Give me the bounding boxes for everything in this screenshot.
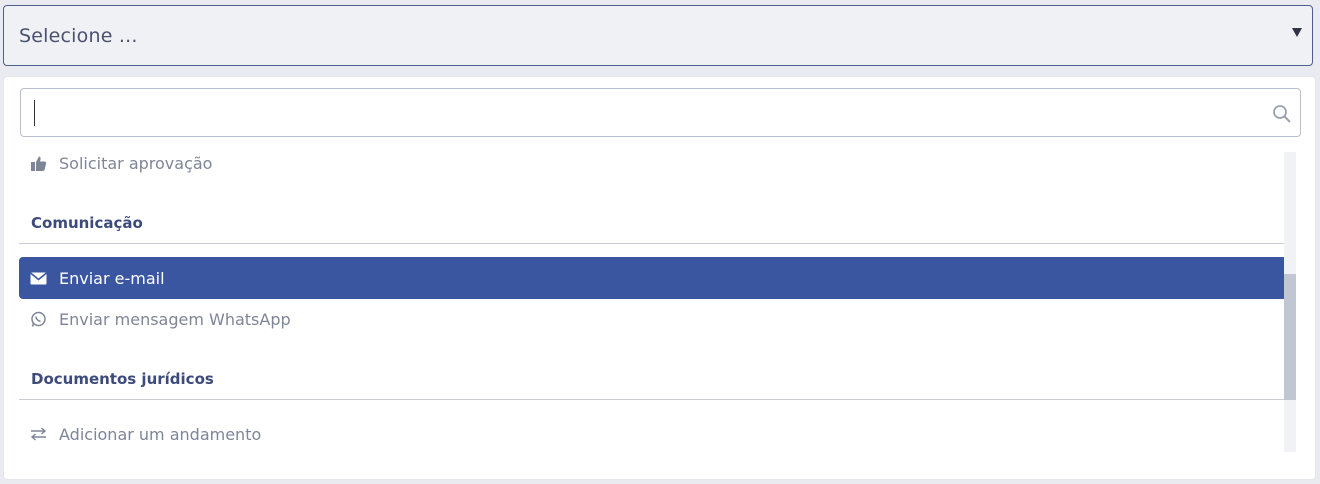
group-header-documentos-juridicos: Documentos jurídicos — [19, 358, 1287, 400]
options-list: Solicitar aprovação Comunicação Enviar e… — [19, 150, 1287, 450]
thumbs-up-icon — [30, 155, 47, 172]
text-cursor — [34, 100, 35, 126]
search-input[interactable] — [31, 96, 1261, 129]
option-enviar-whatsapp[interactable]: Enviar mensagem WhatsApp — [19, 298, 1287, 340]
whatsapp-icon — [30, 311, 47, 328]
select-placeholder: Selecione ... — [19, 25, 138, 47]
exchange-arrows-icon — [30, 426, 47, 443]
option-enviar-email[interactable]: Enviar e-mail — [19, 257, 1287, 299]
group-header-comunicacao: Comunicação — [19, 202, 1287, 244]
caret-down-icon[interactable] — [1292, 28, 1302, 37]
group-label: Comunicação — [31, 213, 143, 232]
option-label: Enviar mensagem WhatsApp — [59, 309, 291, 329]
scrollbar-thumb[interactable] — [1284, 274, 1296, 400]
option-adicionar-andamento[interactable]: Adicionar um andamento — [19, 413, 1287, 450]
envelope-icon — [30, 270, 47, 287]
option-solicitar-aprovacao[interactable]: Solicitar aprovação — [19, 150, 1287, 184]
option-label: Solicitar aprovação — [59, 153, 213, 173]
search-icon — [1273, 105, 1291, 123]
option-label: Enviar e-mail — [59, 268, 165, 288]
option-label: Adicionar um andamento — [59, 424, 262, 444]
search-box[interactable] — [20, 88, 1301, 137]
group-label: Documentos jurídicos — [31, 369, 214, 388]
action-select[interactable]: Selecione ... — [3, 5, 1313, 66]
